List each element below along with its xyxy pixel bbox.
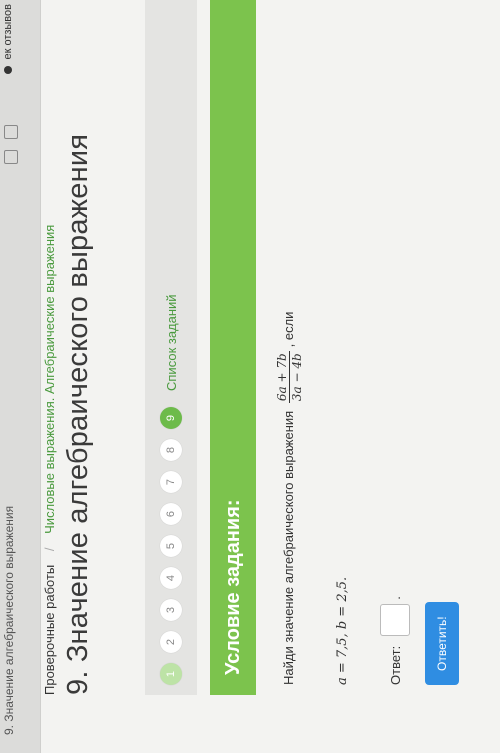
browser-top-bar: 9. Значение алгебраического выражения ек… [0, 0, 41, 753]
task-prefix: Найди значение алгебраического выражения [280, 410, 296, 685]
feedback-label: ек отзывов [2, 4, 14, 60]
step-5[interactable]: 5 [160, 535, 182, 557]
fraction-numerator: 6a + 7b [275, 351, 290, 404]
breadcrumb-separator: / [42, 547, 57, 552]
expression-fraction: 6a + 7b 3a − 4b [275, 351, 304, 404]
page-title: 9. Значение алгебраического выражения [62, 133, 94, 695]
step-7[interactable]: 7 [160, 471, 182, 493]
step-6[interactable]: 6 [160, 503, 182, 525]
breadcrumb: Проверочные работы / Числовые выражения.… [42, 225, 57, 695]
step-4[interactable]: 4 [160, 567, 182, 589]
step-8[interactable]: 8 [160, 439, 182, 461]
breadcrumb-item-topic[interactable]: Числовые выражения. Алгебраические выраж… [42, 225, 57, 534]
step-3[interactable]: 3 [160, 599, 182, 621]
rotated-page: 9. Значение алгебраического выражения ек… [0, 0, 500, 753]
answer-row: Ответ: . [380, 596, 410, 685]
submit-answer-button[interactable]: Ответить! [425, 602, 459, 685]
fraction-denominator: 3a − 4b [290, 353, 304, 402]
task-statement: Найди значение алгебраического выражения… [275, 312, 304, 685]
task-suffix: , если [280, 311, 296, 348]
condition-header: Условие задания: [210, 0, 256, 695]
step-1[interactable]: 1 [160, 663, 182, 685]
feedback-link[interactable]: ек отзывов [2, 4, 14, 74]
task-steps-bar: 1 2 3 4 5 6 7 8 9 Список заданий [145, 0, 197, 695]
step-2[interactable]: 2 [160, 631, 182, 653]
step-9[interactable]: 9 [160, 407, 182, 429]
window-icon[interactable] [4, 125, 18, 139]
task-list-link[interactable]: Список заданий [164, 294, 179, 391]
answer-input[interactable] [380, 603, 410, 636]
variable-values: a = 7,5, b = 2,5. [335, 576, 350, 685]
feedback-icon [4, 65, 13, 74]
answer-period: . [387, 596, 403, 600]
breadcrumb-item-tests[interactable]: Проверочные работы [42, 565, 57, 695]
copy-icon[interactable] [4, 150, 18, 164]
browser-tab-title[interactable]: 9. Значение алгебраического выражения [2, 506, 16, 735]
answer-label: Ответ: [387, 645, 403, 685]
